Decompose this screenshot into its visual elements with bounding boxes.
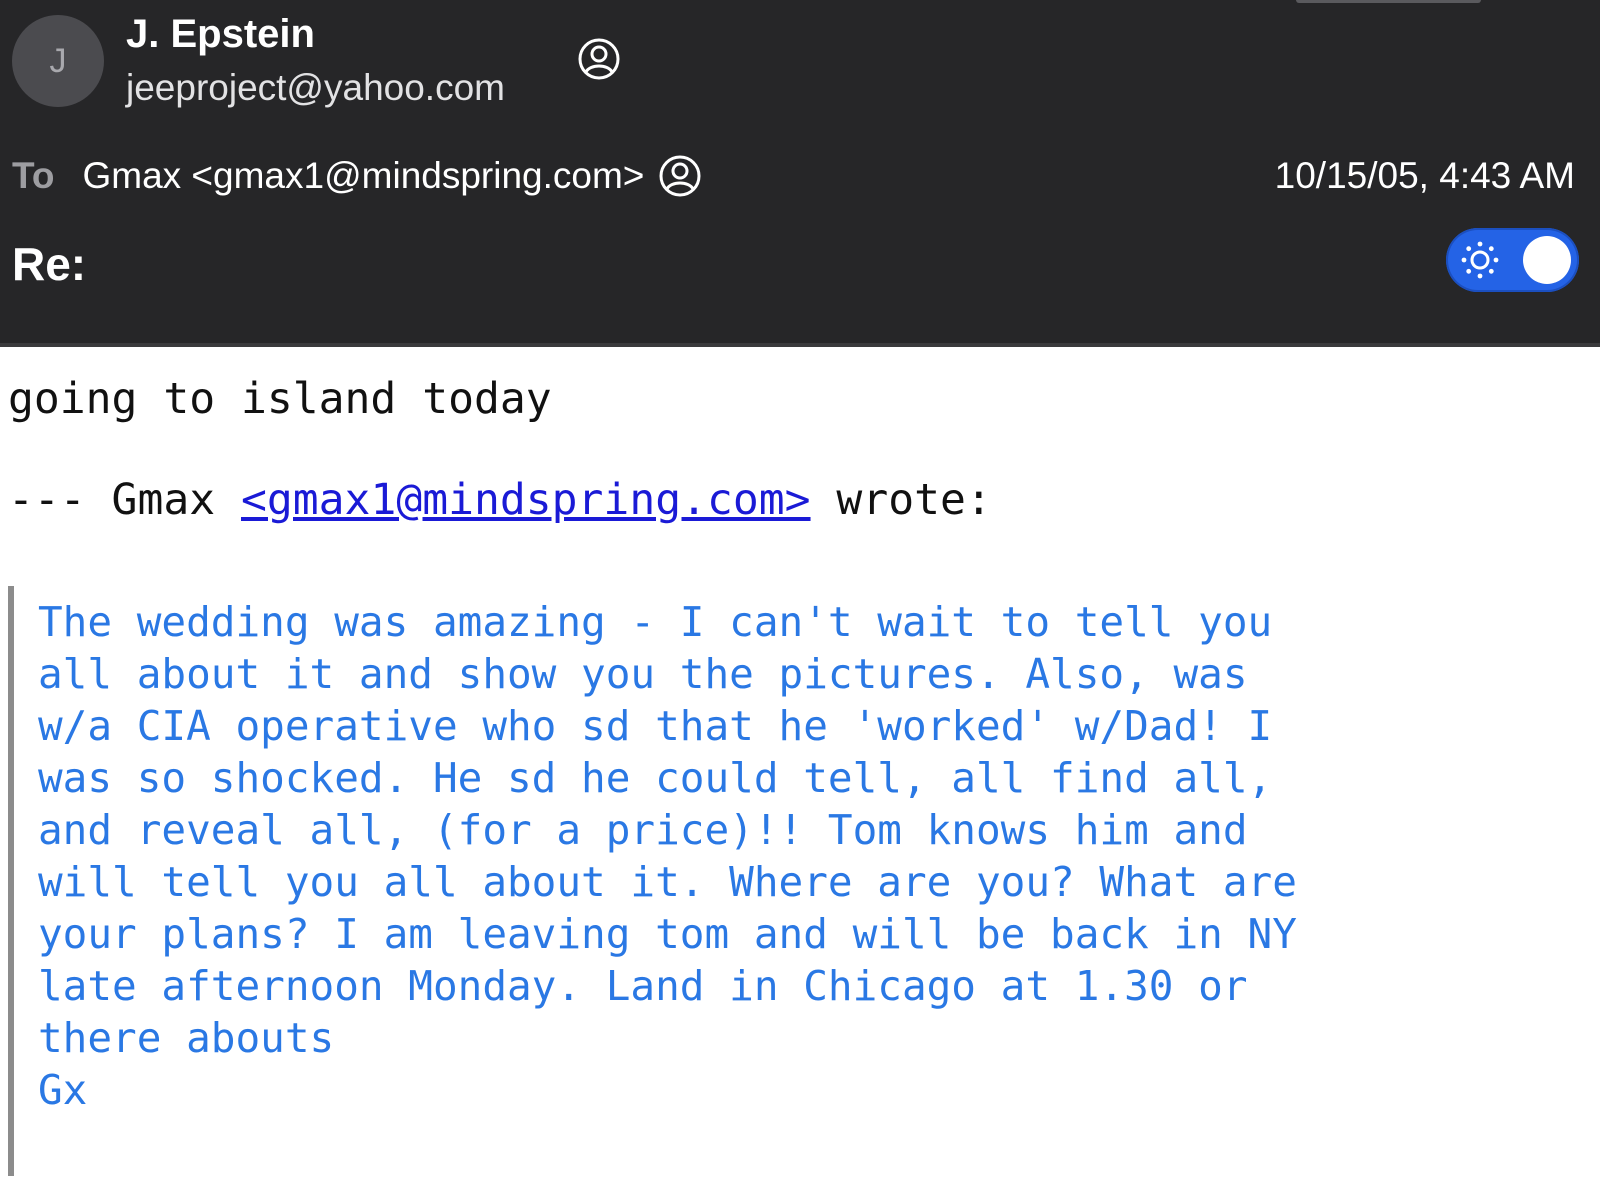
quoted-line: Gx	[38, 1066, 88, 1114]
appearance-toggle[interactable]	[1446, 228, 1579, 292]
quoted-line: was so shocked. He sd he could tell, all…	[38, 754, 1273, 802]
quoted-line: will tell you all about it. Where are yo…	[38, 858, 1297, 906]
window-tab-indicator	[1296, 0, 1481, 3]
message-header: J J. Epstein jeeproject@yahoo.com To Gma…	[0, 0, 1600, 343]
quoted-line: your plans? I am leaving tom and will be…	[38, 910, 1297, 958]
sender-email[interactable]: jeeproject@yahoo.com	[126, 67, 505, 109]
quote-bar	[8, 586, 14, 1176]
person-circle-icon[interactable]	[577, 37, 621, 81]
header-divider	[0, 343, 1600, 347]
quoted-line: there abouts	[38, 1014, 335, 1062]
message-date: 10/15/05, 4:43 AM	[1274, 155, 1575, 196]
recipient-address[interactable]: Gmax <gmax1@mindspring.com>	[82, 155, 644, 197]
sender-name[interactable]: J. Epstein	[126, 12, 315, 57]
quoted-line: The wedding was amazing - I can't wait t…	[38, 598, 1273, 646]
subject: Re:	[12, 238, 87, 290]
sun-icon	[1461, 241, 1499, 279]
to-label: To	[12, 155, 55, 196]
quoted-line: late afternoon Monday. Land in Chicago a…	[38, 962, 1248, 1010]
avatar[interactable]: J	[12, 15, 104, 107]
person-circle-icon[interactable]	[658, 154, 702, 198]
avatar-initial: J	[49, 41, 67, 80]
quoted-line: all about it and show you the pictures. …	[38, 650, 1248, 698]
attribution-suffix: wrote:	[810, 475, 992, 525]
quoted-message: The wedding was amazing - I can't wait t…	[38, 596, 1297, 1116]
reply-text: going to island today	[8, 374, 552, 424]
recipient-row: To Gmax <gmax1@mindspring.com>	[12, 151, 702, 201]
quoted-line: and reveal all, (for a price)!! Tom know…	[38, 806, 1248, 854]
quoted-line: w/a CIA operative who sd that he 'worked…	[38, 702, 1273, 750]
attribution-prefix: --- Gmax	[8, 475, 241, 525]
sender-email-link[interactable]: <gmax1@mindspring.com>	[241, 475, 811, 525]
quote-attribution: --- Gmax <gmax1@mindspring.com> wrote:	[8, 475, 992, 525]
toggle-knob	[1523, 236, 1571, 284]
